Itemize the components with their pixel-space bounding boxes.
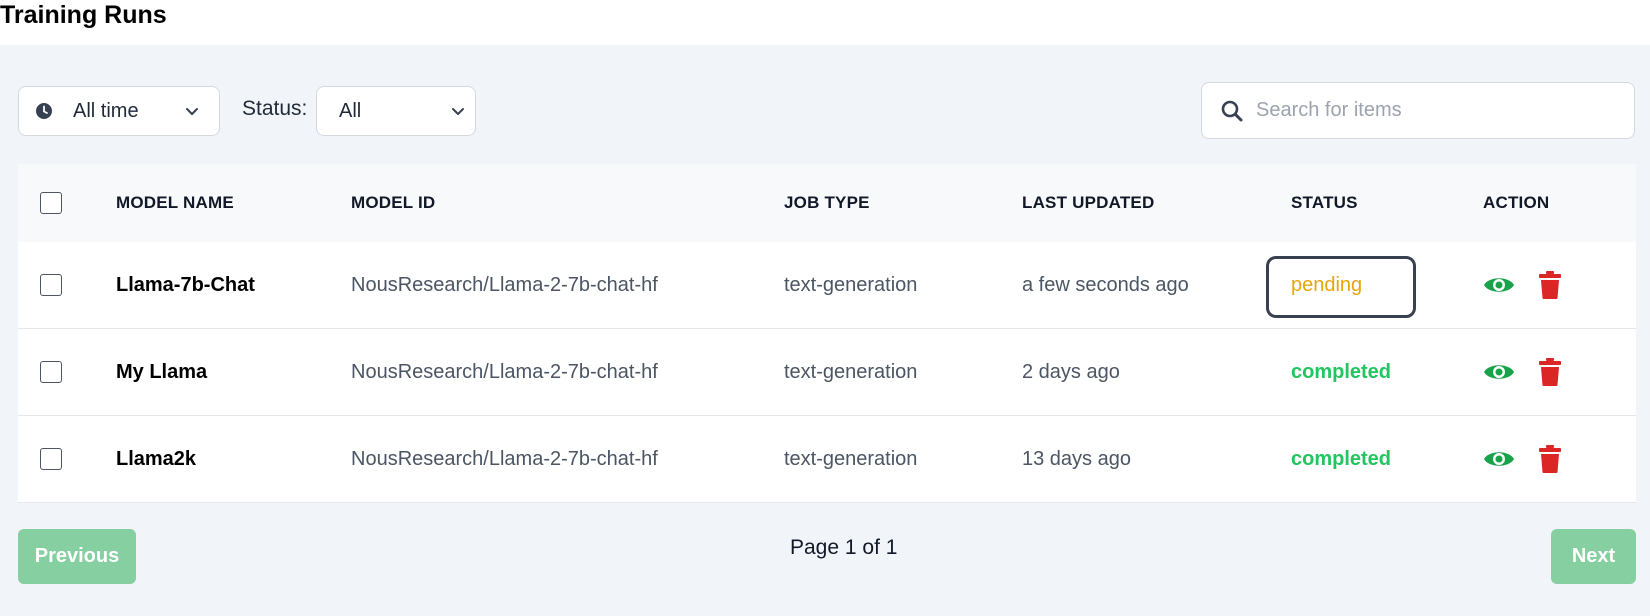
column-header-job-type: JOB TYPE <box>784 193 870 212</box>
column-header-model-id: MODEL ID <box>351 193 436 212</box>
model-name: Llama-7b-Chat <box>116 273 255 296</box>
time-range-value: All time <box>73 99 139 122</box>
status-filter-label: Status: <box>242 97 308 120</box>
column-header-action: ACTION <box>1483 193 1550 212</box>
trash-icon[interactable] <box>1539 358 1561 386</box>
model-id: NousResearch/Llama-2-7b-chat-hf <box>351 273 658 296</box>
page-indicator: Page 1 of 1 <box>790 536 898 559</box>
model-id: NousResearch/Llama-2-7b-chat-hf <box>351 447 658 470</box>
clock-icon <box>35 102 53 120</box>
model-name: My Llama <box>116 360 208 383</box>
column-header-last-updated: LAST UPDATED <box>1022 193 1155 212</box>
column-header-model-name: MODEL NAME <box>116 193 234 212</box>
time-range-dropdown[interactable]: All time <box>18 86 220 136</box>
status-filter-value: All <box>339 99 362 122</box>
model-id: NousResearch/Llama-2-7b-chat-hf <box>351 360 658 383</box>
last-updated: 13 days ago <box>1022 447 1131 470</box>
eye-icon[interactable] <box>1483 448 1515 470</box>
table-header: MODEL NAME MODEL ID JOB TYPE LAST UPDATE… <box>18 164 1636 242</box>
status-badge: completed <box>1291 447 1392 470</box>
search-input[interactable] <box>1256 99 1616 122</box>
job-type: text-generation <box>784 447 918 470</box>
row-checkbox[interactable] <box>40 448 62 470</box>
search-icon <box>1220 99 1244 123</box>
model-name: Llama2k <box>116 447 197 470</box>
last-updated: 2 days ago <box>1022 360 1120 383</box>
column-header-status: STATUS <box>1291 193 1358 212</box>
chevron-down-icon <box>451 104 465 118</box>
eye-icon[interactable] <box>1483 274 1515 296</box>
status-badge: completed <box>1291 360 1392 383</box>
trash-icon[interactable] <box>1539 271 1561 299</box>
chevron-down-icon <box>185 104 199 118</box>
table-row: Llama2k NousResearch/Llama-2-7b-chat-hf … <box>18 416 1636 503</box>
trash-icon[interactable] <box>1539 445 1561 473</box>
page-title: Training Runs <box>0 1 167 29</box>
next-button[interactable]: Next <box>1551 529 1636 584</box>
select-all-checkbox[interactable] <box>40 192 62 214</box>
job-type: text-generation <box>784 273 918 296</box>
search-box[interactable] <box>1201 82 1635 139</box>
status-filter-select[interactable]: All <box>316 86 476 136</box>
row-checkbox[interactable] <box>40 274 62 296</box>
table-row: My Llama NousResearch/Llama-2-7b-chat-hf… <box>18 329 1636 416</box>
eye-icon[interactable] <box>1483 361 1515 383</box>
last-updated: a few seconds ago <box>1022 273 1189 296</box>
status-badge: pending <box>1291 273 1363 296</box>
job-type: text-generation <box>784 360 918 383</box>
table-row: Llama-7b-Chat NousResearch/Llama-2-7b-ch… <box>18 242 1636 329</box>
previous-button[interactable]: Previous <box>18 529 136 584</box>
row-checkbox[interactable] <box>40 361 62 383</box>
